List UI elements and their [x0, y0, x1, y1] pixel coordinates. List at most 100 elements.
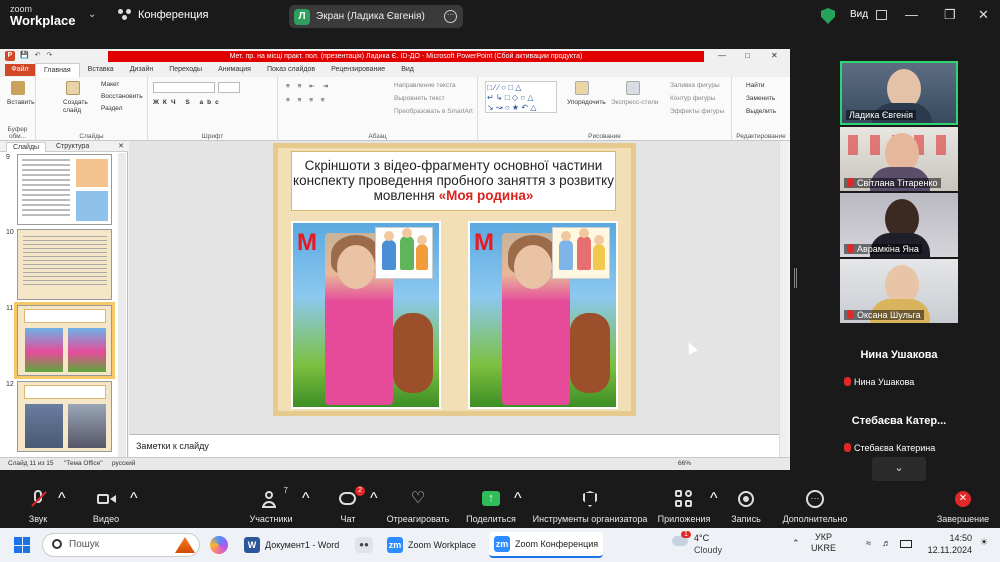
taskbar-app-zoom-meeting[interactable]: zm Zoom Конференция: [489, 532, 604, 558]
windows-start-icon[interactable]: [14, 537, 30, 553]
close-icon[interactable]: ✕: [978, 7, 989, 23]
participant-tile[interactable]: Світлана Тітаренко: [840, 127, 958, 191]
share-button[interactable]: ↑ Поделиться: [463, 490, 519, 524]
meeting-info-button[interactable]: Конференция: [118, 9, 208, 21]
tab-view[interactable]: Вид: [393, 63, 422, 77]
tray-chevron-icon[interactable]: ⌃: [792, 538, 800, 549]
video-button[interactable]: Видео: [90, 490, 122, 524]
apps-icon: [675, 490, 693, 508]
maximize-icon[interactable]: ❐: [944, 7, 956, 23]
align-buttons[interactable]: ≡ ≡ ≡ ≡: [286, 97, 328, 104]
search-placeholder: Пошук: [69, 539, 100, 550]
font-name-select[interactable]: [153, 82, 215, 93]
quick-styles-button[interactable]: Экспресс-стили: [611, 99, 659, 106]
security-shield-icon[interactable]: [821, 8, 835, 24]
pp-close-icon[interactable]: ✕: [771, 51, 778, 60]
file-tab[interactable]: Файл: [5, 64, 35, 76]
participants-button[interactable]: 7 Участники: [243, 486, 299, 524]
chevron-down-icon[interactable]: ⌄: [88, 9, 96, 20]
shapes-gallery[interactable]: □ ∕ ∕ ○ □ △ ↵ ↳ □ ◇ ○ △ ↘ ↝ ○ ★ ↶ △: [485, 81, 557, 113]
audio-button[interactable]: Звук: [22, 490, 54, 524]
tab-home[interactable]: Главная: [35, 63, 80, 77]
text-direction-button[interactable]: Направление текста: [394, 82, 456, 89]
taskbar-search[interactable]: Пошук: [42, 533, 200, 557]
tab-slideshow[interactable]: Показ слайдов: [259, 63, 323, 77]
pp-minimize-icon[interactable]: —: [718, 51, 726, 60]
list-buttons[interactable]: ≡ ≡ ⇤ ⇥: [286, 82, 331, 90]
paste-button[interactable]: Вставить: [7, 99, 35, 106]
more-button[interactable]: ⋯ Дополнительно: [778, 490, 852, 524]
apps-button[interactable]: Приложения: [656, 490, 712, 524]
paste-icon[interactable]: [11, 81, 25, 95]
new-slide-button[interactable]: Создать слайд: [63, 99, 89, 115]
view-button[interactable]: Вид: [850, 9, 868, 20]
end-meeting-button[interactable]: ✕ Завершение: [934, 490, 992, 524]
splitter-handle[interactable]: [794, 268, 797, 288]
quick-access-toolbar[interactable]: 💾 ↶ ↷: [20, 51, 54, 59]
participant-tile[interactable]: Оксана Шульга: [840, 259, 958, 323]
pp-maximize-icon[interactable]: □: [745, 51, 750, 60]
audio-options-caret[interactable]: ^: [58, 490, 66, 508]
share-options-caret[interactable]: ^: [514, 490, 522, 508]
arrange-icon[interactable]: [575, 81, 589, 95]
taskbar-clock[interactable]: 14:50 12.11.2024: [920, 533, 972, 555]
video-options-caret[interactable]: ^: [130, 490, 138, 508]
host-tools-button[interactable]: Инструменты организатора: [531, 490, 649, 524]
arrange-button[interactable]: Упорядочить: [567, 99, 606, 106]
screen-share-indicator[interactable]: Л Экран (Ладика Євгенія) ⋯: [289, 5, 463, 28]
gallery-scroll-down-button[interactable]: ⌄: [872, 457, 926, 481]
participant-tile-no-video[interactable]: Нина Ушакова Нина Ушакова: [840, 325, 958, 389]
weather-temp: 4°C: [694, 533, 710, 543]
smartart-button[interactable]: Преобразовать в SmartArt: [394, 108, 473, 115]
reset-button[interactable]: Восстановить: [101, 93, 143, 100]
new-slide-icon[interactable]: [66, 81, 80, 95]
replace-button[interactable]: Заменить: [746, 95, 775, 102]
grid-view-icon[interactable]: [876, 10, 887, 20]
participant-tile-active[interactable]: Ладика Євгенія: [840, 61, 958, 125]
taskbar-app-word[interactable]: W Документ1 - Word: [239, 532, 344, 558]
notifications-icon[interactable]: ☀: [980, 537, 988, 548]
notes-pane[interactable]: Заметки к слайду: [129, 434, 779, 457]
battery-icon[interactable]: [900, 540, 912, 548]
close-panel-icon[interactable]: ✕: [118, 142, 124, 150]
volume-icon[interactable]: ♬: [882, 538, 891, 548]
taskbar-app-zoom-workplace[interactable]: zm Zoom Workplace: [382, 532, 481, 558]
participants-options-caret[interactable]: ^: [302, 490, 310, 508]
copilot-icon[interactable]: [210, 536, 228, 554]
tab-transitions[interactable]: Переходы: [161, 63, 210, 77]
tab-slides[interactable]: Слайды: [6, 142, 47, 152]
shape-effects-button[interactable]: Эффекты фигуры: [670, 108, 724, 115]
align-text-button[interactable]: Выровнять текст: [394, 95, 445, 102]
tab-outline[interactable]: Структура: [56, 143, 89, 150]
record-button[interactable]: Запись: [728, 490, 764, 524]
quick-styles-icon[interactable]: [626, 81, 640, 95]
mic-muted-icon: [847, 178, 854, 187]
shape-fill-button[interactable]: Заливка фигуры: [670, 82, 720, 89]
more-options-icon[interactable]: ⋯: [444, 10, 457, 23]
shape-outline-button[interactable]: Контур фигуры: [670, 95, 715, 102]
chat-button[interactable]: 2 Чат: [334, 486, 365, 524]
apps-options-caret[interactable]: ^: [710, 490, 718, 508]
wifi-icon[interactable]: ≈: [866, 538, 871, 548]
language-indicator[interactable]: УКР UKRE: [811, 532, 836, 554]
tab-design[interactable]: Дизайн: [122, 63, 162, 77]
tab-insert[interactable]: Вставка: [80, 63, 122, 77]
current-slide[interactable]: Скріншоти з відео-фрагменту основної час…: [273, 143, 636, 416]
find-button[interactable]: Найти: [746, 82, 765, 89]
font-format-buttons[interactable]: ЖКЧ S abc: [153, 99, 223, 106]
teams-icon[interactable]: ●●: [355, 537, 373, 553]
minimize-icon[interactable]: —: [905, 7, 918, 22]
participant-tile[interactable]: Аврамкіна Яна: [840, 193, 958, 257]
zoom-level[interactable]: 66%: [678, 460, 691, 467]
tab-animation[interactable]: Анимация: [210, 63, 259, 77]
panel-scrollbar[interactable]: [118, 153, 126, 457]
react-button[interactable]: ♡ Отреагировать: [384, 490, 452, 524]
section-button[interactable]: Раздел: [101, 105, 122, 112]
select-button[interactable]: Выделить: [746, 108, 776, 115]
layout-button[interactable]: Макет: [101, 81, 119, 88]
font-size-select[interactable]: [218, 82, 240, 93]
chat-options-caret[interactable]: ^: [370, 490, 378, 508]
participant-tile-no-video[interactable]: Стебаєва Катер... Стебаєва Катерина: [840, 391, 958, 455]
tab-review[interactable]: Рецензирование: [323, 63, 393, 77]
editor-scrollbar[interactable]: [779, 141, 788, 470]
